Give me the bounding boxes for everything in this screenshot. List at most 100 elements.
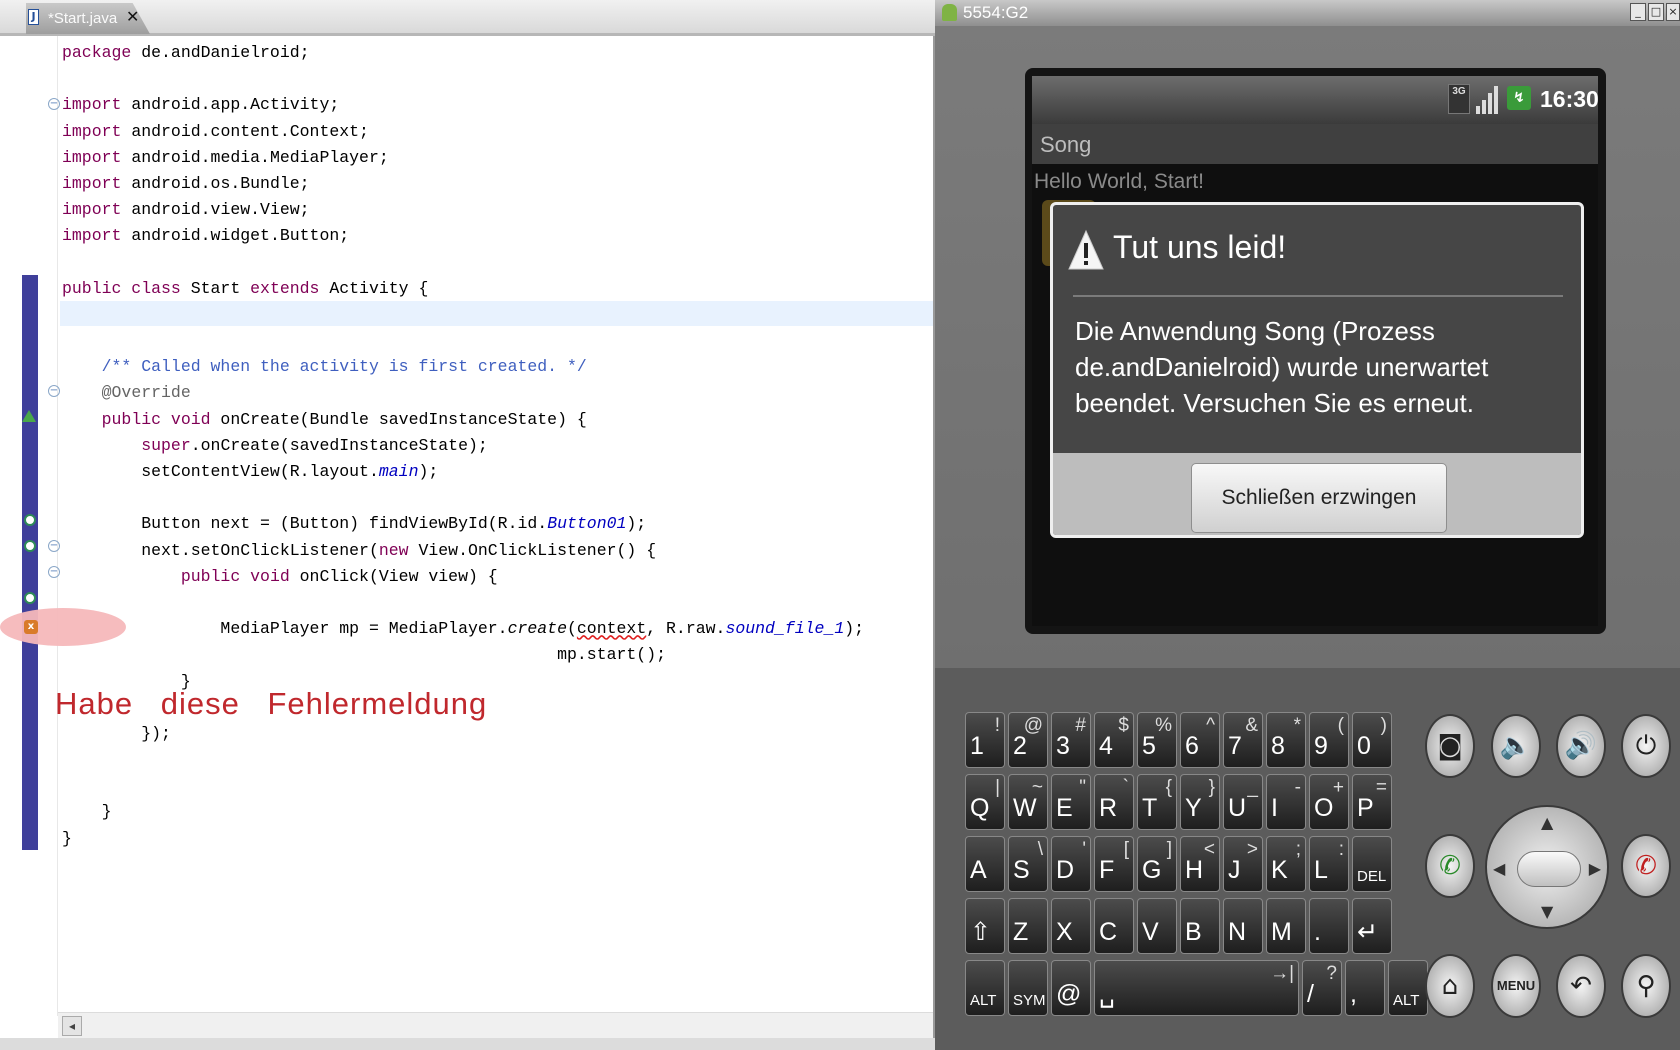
- code-line[interactable]: /** Called when the activity is first cr…: [62, 354, 932, 380]
- code-line[interactable]: public void onClick(View view) {: [62, 564, 932, 590]
- vertical-ruler[interactable]: [38, 36, 58, 1016]
- camera-button[interactable]: ◙: [1425, 714, 1475, 778]
- key[interactable]: ␣ →|: [1094, 960, 1299, 1016]
- occurrence-marker-icon[interactable]: [24, 592, 36, 604]
- back-button[interactable]: ↶: [1556, 954, 1606, 1018]
- code-line[interactable]: next.setOnClickListener(new View.OnClick…: [62, 538, 932, 564]
- minimize-button[interactable]: _: [1630, 3, 1646, 21]
- key[interactable]: Q |: [965, 774, 1005, 830]
- dpad-left-icon[interactable]: ◀: [1493, 859, 1505, 878]
- search-button[interactable]: ⚲: [1621, 954, 1671, 1018]
- code-line[interactable]: [62, 66, 932, 92]
- key[interactable]: 8 *: [1266, 712, 1306, 768]
- key[interactable]: 5%: [1137, 712, 1177, 768]
- key[interactable]: G]: [1137, 836, 1177, 892]
- fold-imports-icon[interactable]: −: [48, 98, 60, 110]
- fold-onclick-icon[interactable]: −: [48, 566, 60, 578]
- close-tab-icon[interactable]: ✕: [126, 7, 139, 26]
- code-line[interactable]: [62, 590, 932, 616]
- key[interactable]: /?: [1302, 960, 1342, 1016]
- device-screen[interactable]: 3G ↯ 16:30 Song Hello World, Start! Tut …: [1032, 76, 1598, 626]
- code-line[interactable]: }: [62, 826, 932, 852]
- code-line[interactable]: });: [62, 721, 932, 747]
- key[interactable]: X: [1051, 898, 1091, 954]
- key[interactable]: .: [1309, 898, 1349, 954]
- power-button[interactable]: ⏻: [1621, 714, 1671, 778]
- code-line[interactable]: [62, 250, 932, 276]
- key[interactable]: B: [1180, 898, 1220, 954]
- code-line[interactable]: [62, 328, 932, 354]
- key[interactable]: Z: [1008, 898, 1048, 954]
- dpad-center-button[interactable]: [1517, 851, 1581, 887]
- key[interactable]: 3 #: [1051, 712, 1091, 768]
- key[interactable]: U _: [1223, 774, 1263, 830]
- code-line[interactable]: Button next = (Button) findViewById(R.id…: [62, 511, 932, 537]
- code-line[interactable]: import android.content.Context;: [62, 119, 932, 145]
- key[interactable]: SYM: [1008, 960, 1048, 1016]
- volume-down-button[interactable]: 🔈: [1491, 714, 1541, 778]
- occurrence-marker-icon[interactable]: [24, 540, 36, 552]
- code-line[interactable]: MediaPlayer mp = MediaPlayer.create(cont…: [62, 616, 932, 642]
- code-line[interactable]: [62, 485, 932, 511]
- code-line[interactable]: package de.andDanielroid;: [62, 40, 932, 66]
- maximize-button[interactable]: □: [1648, 3, 1664, 21]
- code-line[interactable]: super.onCreate(savedInstanceState);: [62, 433, 932, 459]
- key[interactable]: ↵: [1352, 898, 1392, 954]
- code-line[interactable]: mp.start();: [62, 642, 932, 668]
- source-code[interactable]: package de.andDanielroid; import android.…: [62, 40, 932, 852]
- override-marker-icon[interactable]: [22, 410, 36, 422]
- code-line[interactable]: public void onCreate(Bundle savedInstanc…: [62, 407, 932, 433]
- code-line[interactable]: [62, 773, 932, 799]
- occurrence-marker-icon[interactable]: [24, 514, 36, 526]
- key[interactable]: J >: [1223, 836, 1263, 892]
- key[interactable]: N: [1223, 898, 1263, 954]
- key[interactable]: D ': [1051, 836, 1091, 892]
- scroll-left-arrow-icon[interactable]: ◂: [62, 1016, 82, 1036]
- key[interactable]: 9(: [1309, 712, 1349, 768]
- code-line[interactable]: setContentView(R.layout.main);: [62, 459, 932, 485]
- key[interactable]: 1!: [965, 712, 1005, 768]
- key[interactable]: T{: [1137, 774, 1177, 830]
- key[interactable]: V: [1137, 898, 1177, 954]
- key[interactable]: ALT: [1388, 960, 1428, 1016]
- key[interactable]: C: [1094, 898, 1134, 954]
- key[interactable]: @: [1051, 960, 1091, 1016]
- dpad[interactable]: ▲ ▼ ◀ ▶: [1485, 805, 1609, 929]
- key[interactable]: 6 ^: [1180, 712, 1220, 768]
- key[interactable]: F[: [1094, 836, 1134, 892]
- key[interactable]: S \: [1008, 836, 1048, 892]
- code-line[interactable]: [62, 747, 932, 773]
- key[interactable]: A: [965, 836, 1005, 892]
- key[interactable]: Y}: [1180, 774, 1220, 830]
- dpad-right-icon[interactable]: ▶: [1589, 859, 1601, 878]
- code-line[interactable]: import android.view.View;: [62, 197, 932, 223]
- code-line[interactable]: }: [62, 799, 932, 825]
- horizontal-scrollbar[interactable]: [58, 1012, 933, 1038]
- key[interactable]: ,: [1345, 960, 1385, 1016]
- key[interactable]: ALT: [965, 960, 1005, 1016]
- close-window-button[interactable]: ×: [1666, 3, 1680, 21]
- fold-method-icon[interactable]: −: [48, 385, 60, 397]
- key[interactable]: W ~: [1008, 774, 1048, 830]
- call-button[interactable]: ✆: [1425, 834, 1475, 898]
- editor-tab-start-java[interactable]: J *Start.java ✕: [26, 3, 150, 34]
- dpad-down-icon[interactable]: ▼: [1541, 902, 1553, 921]
- code-line[interactable]: import android.widget.Button;: [62, 223, 932, 249]
- key[interactable]: M: [1266, 898, 1306, 954]
- key[interactable]: DEL: [1352, 836, 1392, 892]
- key[interactable]: H <: [1180, 836, 1220, 892]
- error-marker-icon[interactable]: x: [24, 620, 38, 634]
- key[interactable]: I-: [1266, 774, 1306, 830]
- volume-up-button[interactable]: 🔊: [1556, 714, 1606, 778]
- key[interactable]: ⇧: [965, 898, 1005, 954]
- code-line[interactable]: import android.app.Activity;: [62, 92, 932, 118]
- key[interactable]: E ": [1051, 774, 1091, 830]
- key[interactable]: 7 &: [1223, 712, 1263, 768]
- code-editor[interactable]: J *Start.java ✕ − − − − x package de.and…: [0, 0, 935, 1050]
- code-line[interactable]: [62, 302, 932, 328]
- code-line[interactable]: import android.media.MediaPlayer;: [62, 145, 932, 171]
- key[interactable]: O +: [1309, 774, 1349, 830]
- key[interactable]: K;: [1266, 836, 1306, 892]
- force-close-button[interactable]: Schließen erzwingen: [1191, 463, 1447, 533]
- key[interactable]: 2 @: [1008, 712, 1048, 768]
